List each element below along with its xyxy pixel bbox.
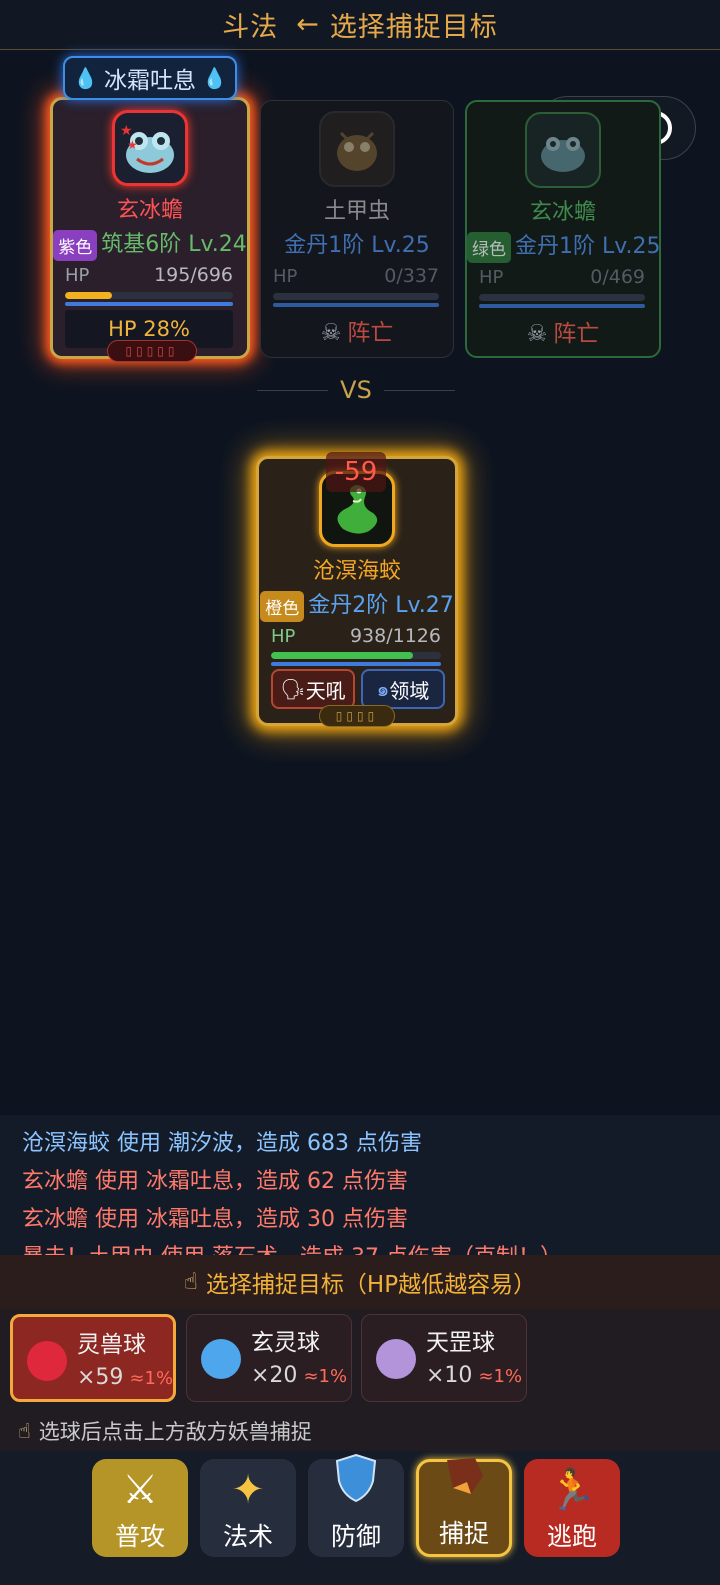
ball-count: ×59 (77, 1365, 124, 1390)
enemy-level: 金丹1阶 Lv.25 (515, 234, 661, 259)
ally-level: 金丹2阶 Lv.27 (308, 593, 454, 618)
ball-name: 天罡球 (426, 1330, 495, 1356)
ball-option-spirit[interactable]: 灵兽球 ×59 ≈1% (10, 1314, 176, 1402)
enemy-card-2[interactable]: 土甲虫 金丹1阶 Lv.25 HP 0/337 ☠ 阵亡 (260, 100, 454, 358)
spell-button[interactable]: ✦ 法术 (200, 1459, 296, 1557)
water-drop-icon: 💧 (73, 66, 98, 90)
hp-bar (479, 294, 645, 301)
capture-trap-icon (441, 1454, 487, 1510)
mp-bar (65, 302, 233, 306)
capture-hint: ☝ 选球后点击上方敌方妖兽捕捉 (0, 1411, 720, 1451)
mp-bar (479, 304, 645, 308)
hp-label: HP (271, 626, 296, 647)
earth-beetle-icon (319, 111, 395, 187)
battle-log: 沧溟海蛟 使用 潮汐波，造成 683 点伤害 玄冰蟾 使用 冰霜吐息，造成 62… (0, 1115, 720, 1255)
flee-button[interactable]: 🏃 逃跑 (524, 1459, 620, 1557)
ally-name: 沧溟海蛟 (312, 559, 401, 584)
enemy-level: 筑基6阶 Lv.24 (101, 232, 247, 257)
defend-button[interactable]: 防御 (308, 1453, 404, 1557)
back-arrow-icon[interactable]: ← (296, 9, 320, 40)
hp-bar (65, 292, 233, 299)
hp-value: 0/337 (384, 265, 439, 287)
ball-rate: ≈1% (129, 1368, 174, 1389)
pointing-hand-icon: ☝ (183, 1269, 198, 1295)
skill-badge: 💧 冰霜吐息 💧 (63, 56, 237, 100)
log-line: 沧溟海蛟 使用 潮汐波，造成 683 点伤害 (22, 1131, 422, 1156)
shield-icon (333, 1453, 379, 1513)
hp-value: 0/469 (590, 266, 645, 288)
svg-text:★: ★ (127, 138, 138, 152)
attack-button[interactable]: ⚔ 普攻 (92, 1459, 188, 1557)
hp-label: HP (479, 267, 504, 288)
rarity-tag: 紫色 (53, 229, 98, 261)
skill-roar-button[interactable]: 🗣 天吼 (271, 669, 355, 709)
capture-prompt: ☝ 选择捕捉目标（HP越低越容易） (0, 1255, 720, 1309)
rarity-tag: 绿色 (467, 231, 511, 263)
capture-button[interactable]: 捕捉 (416, 1458, 512, 1557)
rarity-tag: 橙色 (260, 590, 305, 622)
skull-icon: ☠ (526, 321, 548, 347)
skull-icon: ☠ (320, 320, 342, 346)
battle-title: 斗法 (222, 12, 279, 43)
ball-icon (376, 1339, 416, 1379)
skill-label: 天吼 (305, 678, 346, 703)
water-drop-icon: 💧 (202, 66, 227, 90)
hp-label: HP (273, 266, 298, 287)
ball-icon (201, 1339, 241, 1379)
log-line: 暴击！土甲虫 使用 落石术，造成 37 点伤害（克制！） (22, 1239, 720, 1255)
action-bar: ⚔ 普攻 ✦ 法术 防御 捕捉 🏃 逃跑 (0, 1451, 720, 1585)
mp-bar (273, 303, 439, 307)
ball-count: ×10 (426, 1363, 473, 1388)
status-defeated: 阵亡 (553, 321, 600, 347)
ball-rate: ≈1% (478, 1366, 523, 1387)
enemy-name: 玄冰蟾 (116, 198, 183, 223)
vs-divider: VS (245, 372, 467, 408)
enemy-name: 玄冰蟾 (529, 200, 596, 225)
buff-indicator: ▯▯▯▯ (319, 705, 395, 727)
page-title: 选择捕捉目标 (329, 12, 498, 43)
buff-indicator: ▯▯▯▯▯ (107, 340, 197, 362)
capture-prompt-text: 选择捕捉目标（HP越低越容易） (205, 1272, 537, 1298)
ice-toad-icon (525, 112, 601, 188)
sparkles-icon: ✦ (231, 1467, 265, 1513)
ally-card[interactable]: 沧溟海蛟 橙色 金丹2阶 Lv.27 HP 938/1126 🗣 天吼 ๑领域 ▯▯… (256, 456, 458, 727)
enemy-card-1[interactable]: ★ ★ 玄冰蟾 紫色 筑基6阶 Lv.24 HP 195/696 HP 28% ▯… (50, 97, 250, 362)
enemy-name: 土甲虫 (323, 199, 390, 224)
hp-bar (273, 293, 439, 300)
svg-text:★: ★ (120, 123, 133, 139)
enemy-level: 金丹1阶 Lv.25 (284, 233, 430, 258)
pointing-hand-icon: ☝ (18, 1419, 31, 1443)
ball-name: 灵兽球 (77, 1332, 146, 1358)
capture-hint-text: 选球后点击上方敌方妖兽捕捉 (38, 1420, 312, 1444)
ball-option-mystic[interactable]: 玄灵球 ×20 ≈1% (186, 1314, 352, 1402)
top-bar: 斗法 ← 选择捕捉目标 (0, 0, 720, 50)
log-line: 玄冰蟾 使用 冰霜吐息，造成 62 点伤害 (22, 1169, 408, 1194)
ball-name: 玄灵球 (251, 1330, 320, 1356)
swirl-icon: ๑ (376, 677, 390, 701)
hp-value: 195/696 (154, 264, 233, 286)
damage-number: -59 (326, 452, 386, 492)
status-defeated: 阵亡 (347, 320, 394, 346)
skill-domain-button[interactable]: ๑领域 (361, 669, 445, 709)
hp-label: HP (65, 265, 90, 286)
ball-selector: 灵兽球 ×59 ≈1% 玄灵球 ×20 ≈1% 天罡球 ×10 ≈1% (0, 1309, 720, 1412)
hp-bar (271, 652, 441, 659)
crossed-swords-icon: ⚔ (122, 1467, 158, 1513)
running-icon: 🏃 (547, 1467, 597, 1513)
mp-bar (271, 662, 441, 666)
ball-option-heaven[interactable]: 天罡球 ×10 ≈1% (361, 1314, 527, 1402)
ball-rate: ≈1% (303, 1366, 348, 1387)
skill-badge-label: 冰霜吐息 (104, 68, 196, 94)
hp-value: 938/1126 (349, 625, 441, 647)
log-line: 玄冰蟾 使用 冰霜吐息，造成 30 点伤害 (22, 1207, 408, 1232)
ice-toad-icon: ★ ★ (112, 110, 188, 186)
roar-icon: 🗣 (280, 677, 306, 701)
ball-icon (27, 1341, 67, 1381)
skill-label: 领域 (389, 678, 430, 703)
enemy-card-3[interactable]: 玄冰蟾 绿色 金丹1阶 Lv.25 HP 0/469 ☠ 阵亡 (465, 100, 661, 358)
ball-count: ×20 (251, 1363, 298, 1388)
